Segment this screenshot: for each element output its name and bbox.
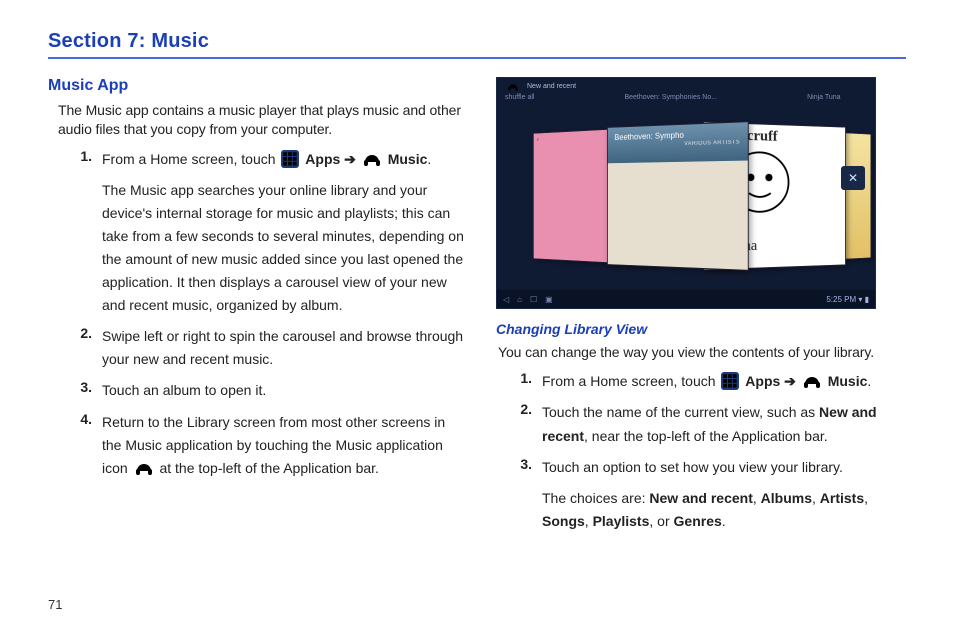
changing-library-heading: Changing Library View: [496, 321, 906, 337]
screenshot-icon: ▣: [545, 295, 553, 304]
arrow-icon: ➔: [780, 373, 800, 389]
choice-1: New and recent: [649, 490, 752, 506]
page-number: 71: [48, 597, 62, 612]
sep: .: [722, 513, 726, 529]
changing-library-steps: From a Home screen, touch Apps ➔ Music. …: [488, 370, 906, 533]
r-step-1-pre: From a Home screen, touch: [542, 373, 719, 389]
music-app-heading: Music App: [48, 77, 466, 95]
album-card-2: Beethoven: SymphoVARIOUS ARTISTS: [607, 121, 749, 271]
changing-library-intro: You can change the way you view the cont…: [488, 343, 906, 362]
music-icon: [507, 80, 519, 92]
step-1-post: .: [427, 151, 431, 167]
screenshot-title: New and recent: [527, 83, 576, 90]
screenshot-tab-2: Beethoven: Symphonies No...: [624, 94, 717, 106]
choices-pre: The choices are:: [542, 490, 649, 506]
screenshot-tab-1: shuffle all: [505, 94, 534, 106]
r-step-3-text: Touch an option to set how you view your…: [542, 459, 843, 475]
music-carousel-screenshot: New and recent shuffle all Beethoven: Sy…: [496, 77, 876, 309]
apps-icon: [721, 372, 739, 390]
r-step-1-post: .: [867, 373, 871, 389]
music-app-steps: From a Home screen, touch Apps ➔ Music. …: [48, 148, 466, 480]
music-icon: [362, 148, 382, 168]
sep: , or: [649, 513, 673, 529]
r-step-2: Touch the name of the current view, such…: [488, 401, 906, 447]
screenshot-tabs: shuffle all Beethoven: Symphonies No... …: [497, 94, 875, 106]
arrow-icon: ➔: [340, 151, 360, 167]
choice-3: Artists: [820, 490, 864, 506]
shuffle-icon: ✕: [841, 166, 865, 190]
choice-5: Playlists: [593, 513, 650, 529]
r-step-2-pre: Touch the name of the current view, such…: [542, 404, 819, 420]
home-icon: ⌂: [517, 295, 522, 304]
apps-icon: [281, 150, 299, 168]
sep: ,: [864, 490, 868, 506]
clock-time: 5:25 PM ▾ ▮: [826, 295, 869, 304]
choice-4: Songs: [542, 513, 585, 529]
horizontal-rule: [48, 57, 906, 59]
choice-6: Genres: [674, 513, 722, 529]
step-2: Swipe left or right to spin the carousel…: [48, 325, 466, 371]
choice-2: Albums: [761, 490, 812, 506]
step-1-pre: From a Home screen, touch: [102, 151, 279, 167]
album-carousel: ♪ Beethoven: SymphoVARIOUS ARTISTS mr.Sc…: [497, 106, 875, 284]
step-4: Return to the Library screen from most o…: [48, 411, 466, 480]
apps-label: Apps: [745, 373, 780, 389]
music-icon: [802, 370, 822, 390]
step-3: Touch an album to open it.: [48, 379, 466, 402]
sep: ,: [585, 513, 593, 529]
music-label: Music: [388, 151, 428, 167]
r-step-2-post: , near the top-left of the Application b…: [584, 428, 828, 444]
music-label: Music: [828, 373, 868, 389]
screenshot-navbar: ◁ ⌂ ☐ ▣ 5:25 PM ▾ ▮: [497, 290, 875, 308]
step-2-text: Swipe left or right to spin the carousel…: [102, 325, 466, 371]
r-step-3: Touch an option to set how you view your…: [488, 456, 906, 533]
step-4-post: at the top-left of the Application bar.: [156, 460, 379, 476]
screenshot-topbar: New and recent: [497, 78, 875, 94]
sep: ,: [753, 490, 761, 506]
right-column: New and recent shuffle all Beethoven: Sy…: [488, 73, 906, 541]
album-2-title: Beethoven: Sympho: [614, 130, 684, 141]
music-app-intro: The Music app contains a music player th…: [48, 101, 466, 140]
section-title: Section 7: Music: [48, 30, 906, 53]
r-step-1: From a Home screen, touch Apps ➔ Music.: [488, 370, 906, 393]
recent-icon: ☐: [530, 295, 537, 304]
apps-label: Apps: [305, 151, 340, 167]
back-icon: ◁: [503, 295, 509, 304]
music-icon: [134, 457, 154, 477]
screenshot-tab-3: Ninja Tuna: [807, 94, 840, 106]
left-column: Music App The Music app contains a music…: [48, 73, 466, 541]
step-3-text: Touch an album to open it.: [102, 379, 266, 402]
step-1: From a Home screen, touch Apps ➔ Music. …: [48, 148, 466, 318]
step-1-extra: The Music app searches your online libra…: [102, 179, 466, 318]
sep: ,: [812, 490, 820, 506]
